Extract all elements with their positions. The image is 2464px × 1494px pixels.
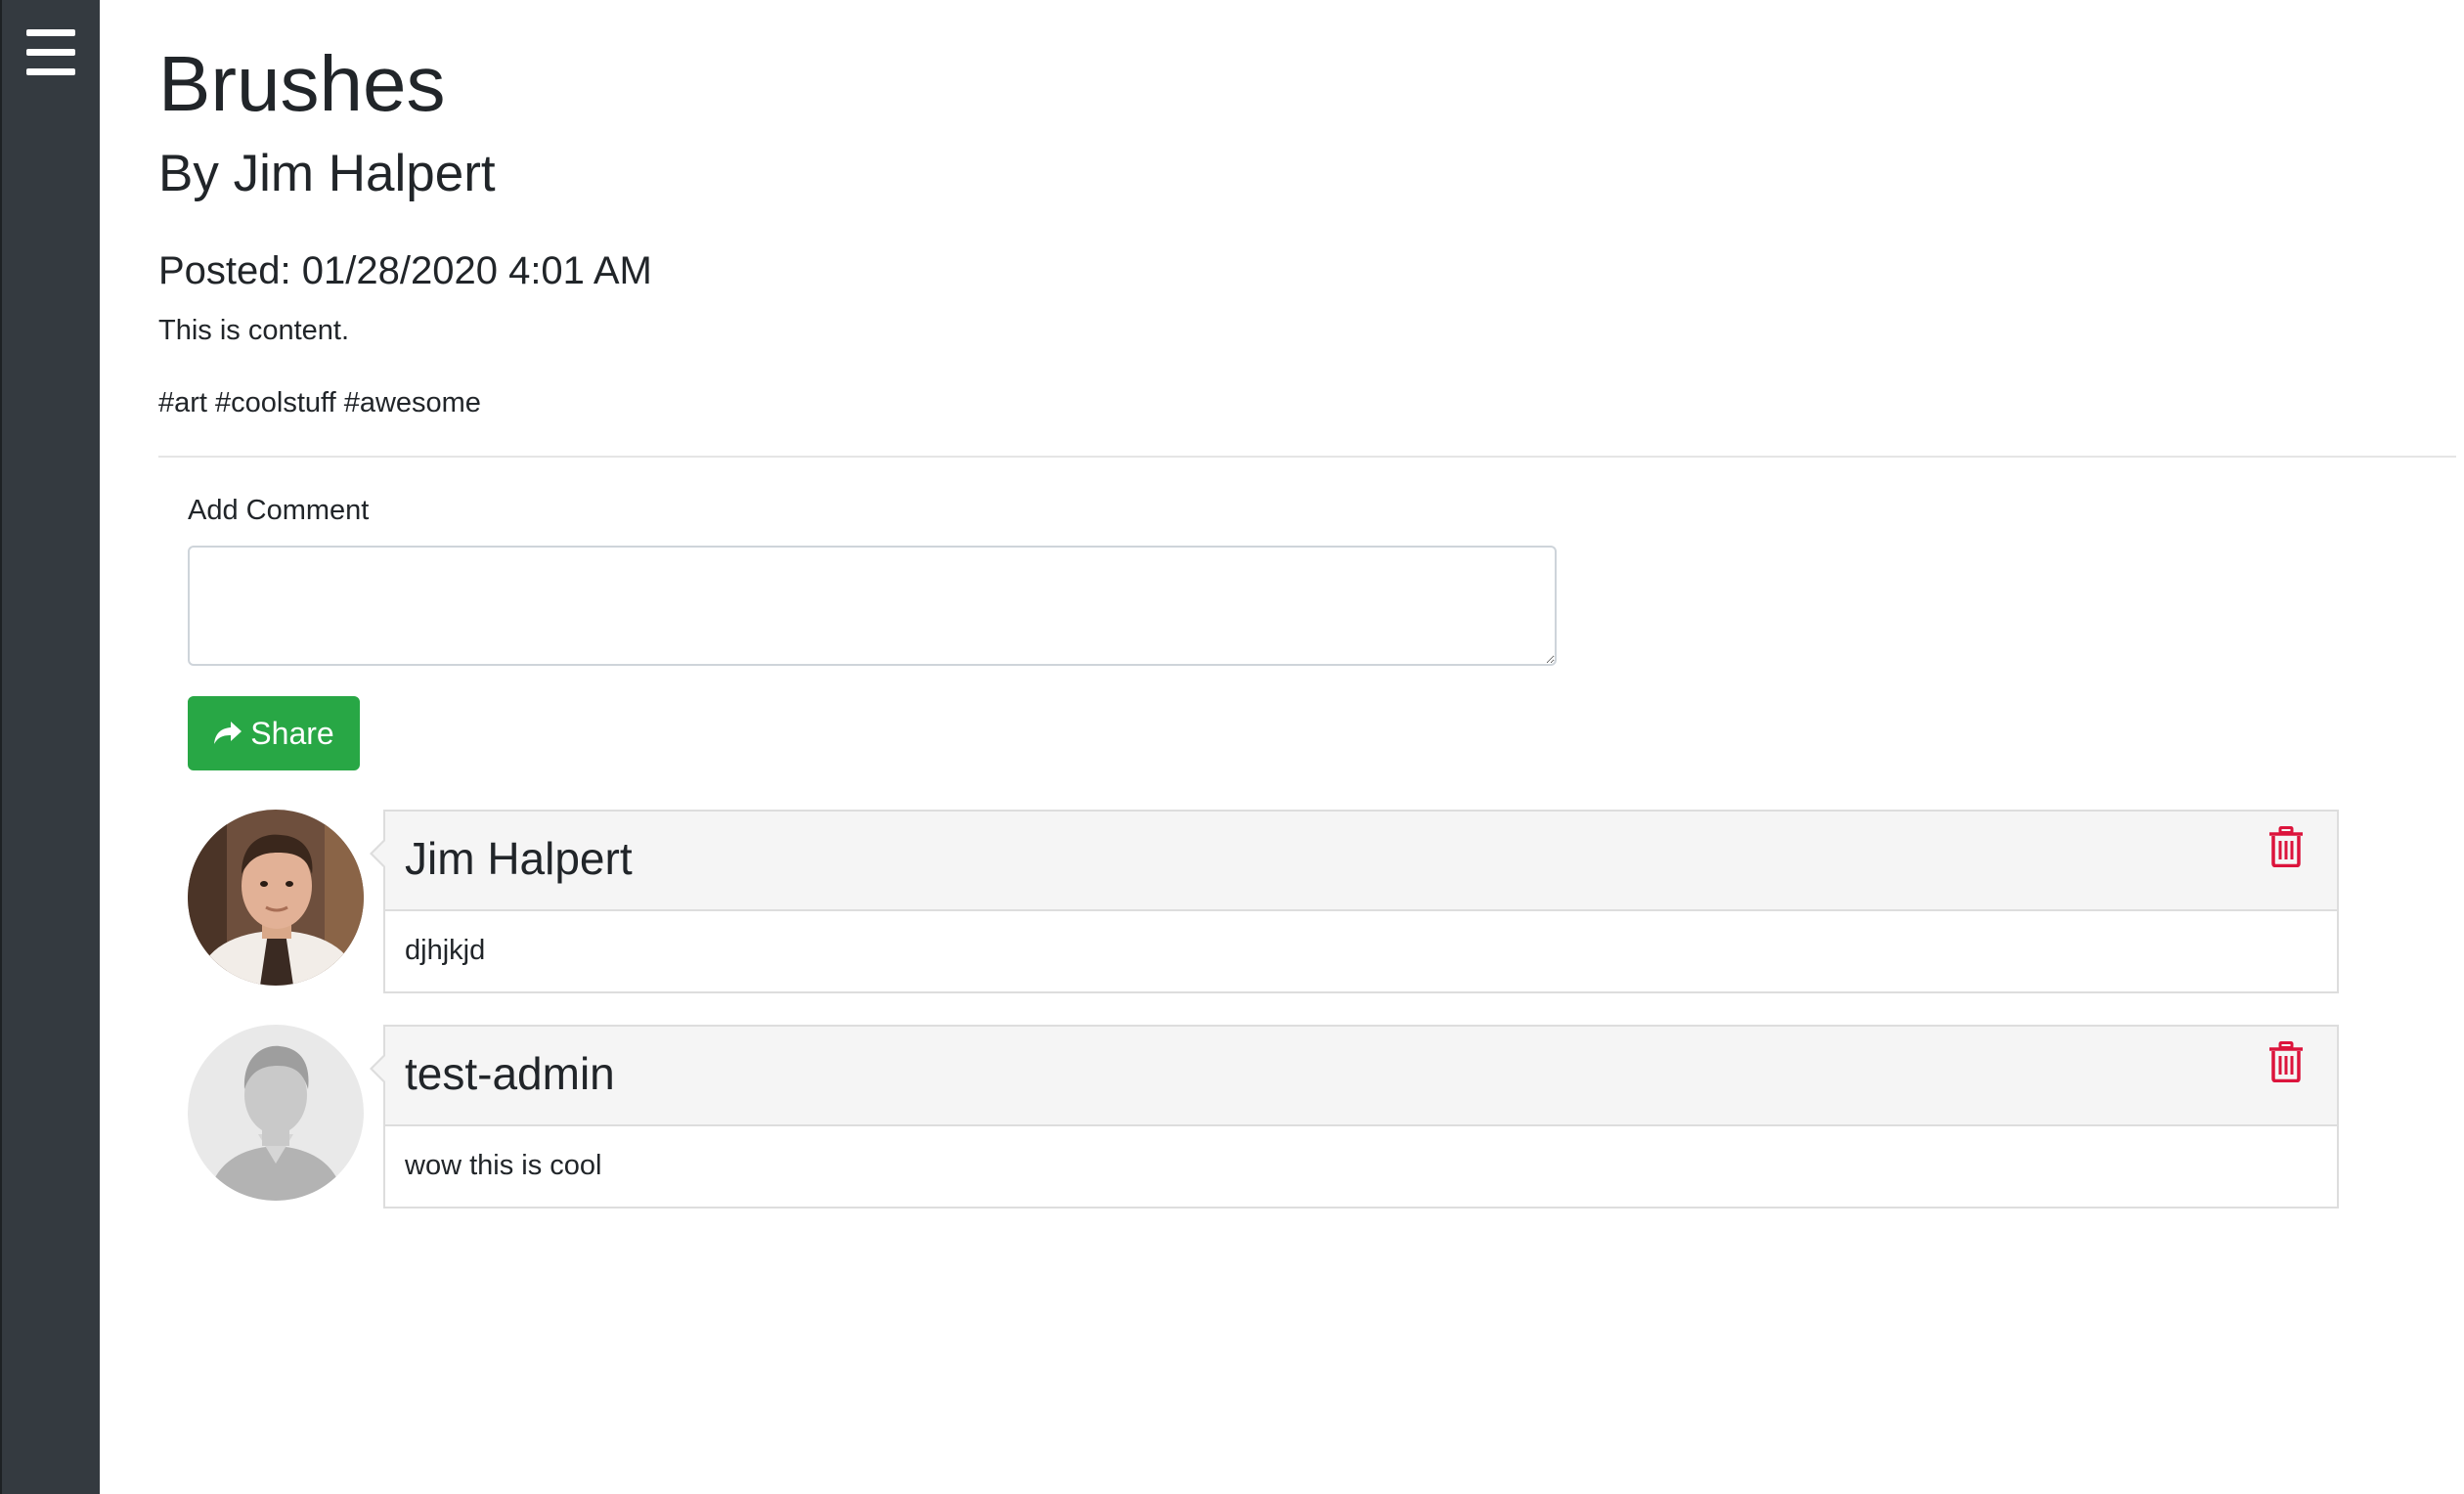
share-button-label: Share	[250, 715, 334, 751]
post-author: By Jim Halpert	[158, 145, 496, 202]
comment-item: test-admin wow this is cool	[188, 1025, 2339, 1210]
hamburger-menu-icon[interactable]	[26, 29, 75, 75]
comment-panel: test-admin wow this is cool	[370, 1025, 2339, 1208]
comment-author: Jim Halpert	[405, 833, 633, 884]
comment-heading: test-admin	[385, 1027, 2337, 1126]
post-tags: #art #coolstuff #awesome	[158, 387, 481, 418]
comment-heading: Jim Halpert	[385, 812, 2337, 911]
share-arrow-icon	[213, 721, 242, 746]
user-photo-avatar	[188, 810, 364, 986]
comment-author: test-admin	[405, 1048, 615, 1099]
comment-panel: Jim Halpert djhjkjd	[370, 810, 2339, 993]
divider	[158, 456, 2456, 458]
post-title: Brushes	[158, 40, 446, 127]
comment-body: djhjkjd	[405, 935, 486, 966]
trash-icon[interactable]	[2268, 826, 2304, 868]
add-comment-label: Add Comment	[188, 495, 370, 526]
comment-textarea[interactable]	[188, 546, 1557, 666]
comment-item: Jim Halpert djhjkjd	[188, 810, 2339, 995]
trash-icon[interactable]	[2268, 1041, 2304, 1083]
default-user-avatar	[188, 1025, 364, 1201]
share-button[interactable]: Share	[188, 696, 360, 770]
post-date: Posted: 01/28/2020 4:01 AM	[158, 249, 652, 292]
sidebar	[0, 0, 100, 1494]
post-content: This is content.	[158, 315, 350, 346]
comment-body: wow this is cool	[405, 1150, 602, 1181]
